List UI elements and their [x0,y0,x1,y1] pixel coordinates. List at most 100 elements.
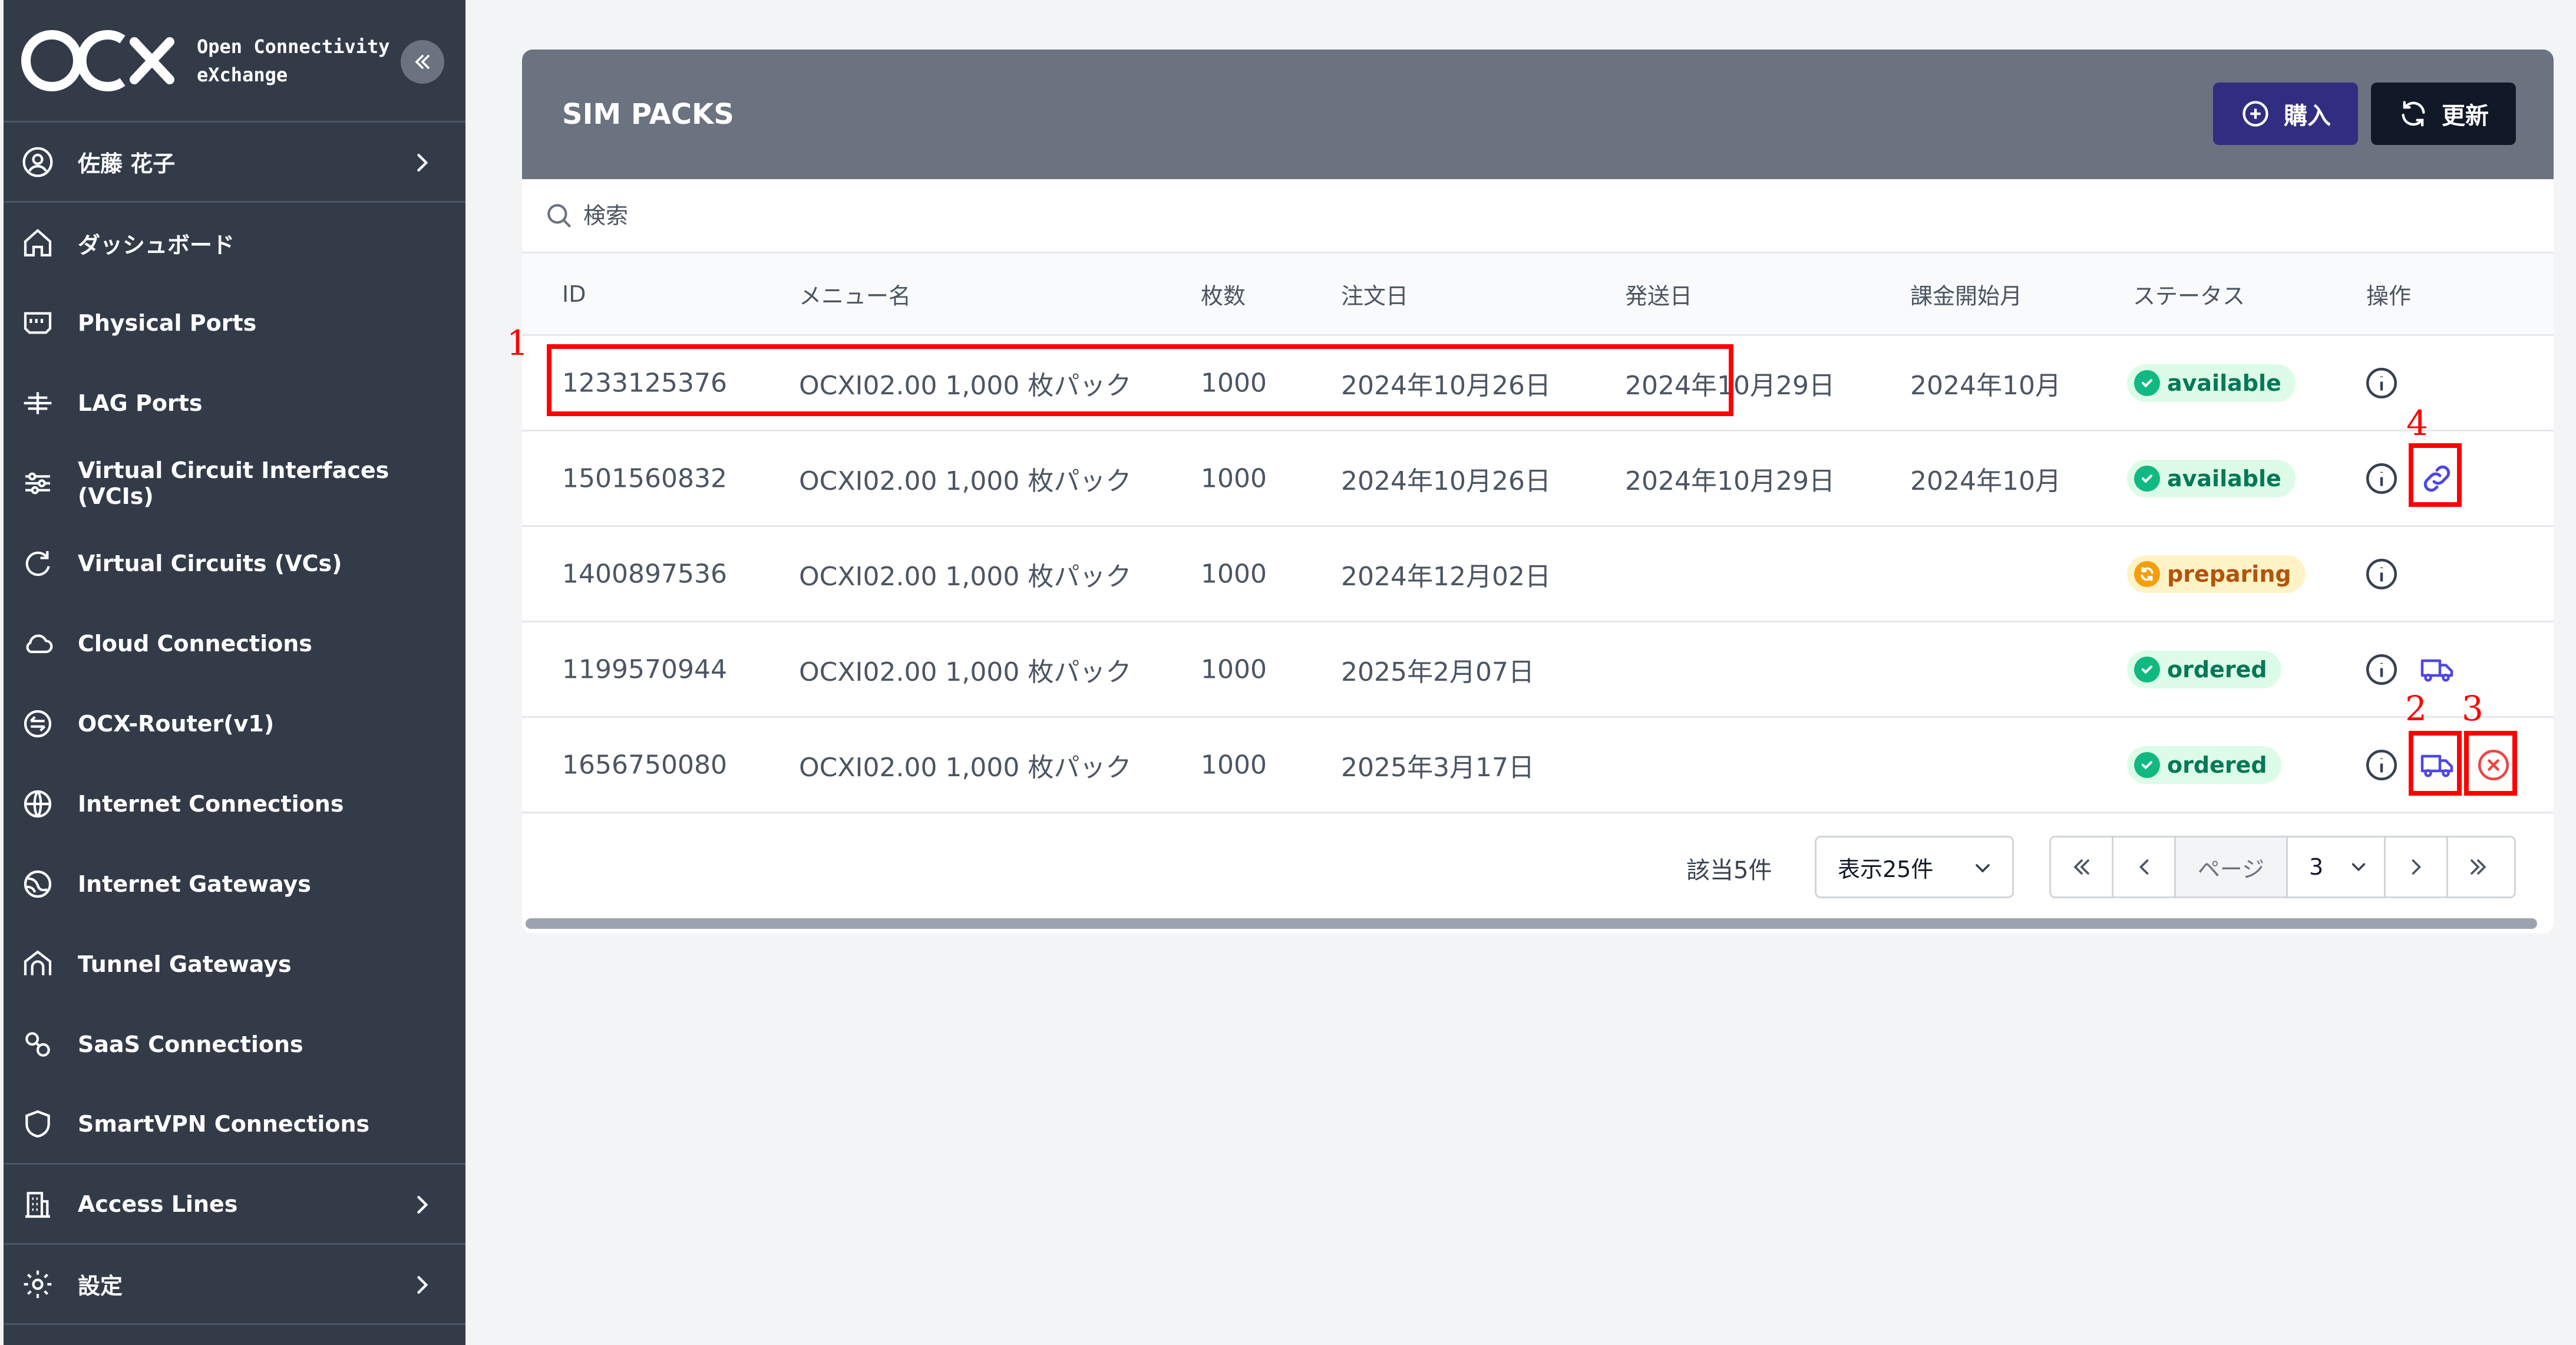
sidebar: Open Connectivity eXchange 佐藤 花子 ダッシュボード… [4,0,465,1345]
sidebar-item-cloud-connections[interactable]: Cloud Connections [4,604,465,684]
cell-menu: OCXI02.00 1,000 枚パック [799,561,1132,592]
cell-order-date: 2024年10月26日 [1341,466,1551,496]
search-bar [522,179,2554,253]
annotation-box-2 [2409,731,2462,796]
page-select[interactable]: 3 [2288,838,2386,896]
annotation-label-2: 2 [2405,688,2427,728]
cell-menu: OCXI02.00 1,000 枚パック [799,752,1132,783]
info-icon[interactable] [2364,365,2399,401]
sidebar-item-label: Virtual Circuits (VCs) [78,550,342,576]
brand-line-2: eXchange [197,63,288,86]
gateway-icon [24,870,52,898]
port-icon [24,312,52,334]
card-header: SIM PACKS 購入 更新 [522,50,2554,179]
double-chevron-right-icon [2471,859,2486,875]
next-page-button[interactable] [2386,838,2448,896]
user-name: 佐藤 花子 [78,151,176,177]
sidebar-item-saas-connections[interactable]: SaaS Connections [4,1004,465,1084]
search-input[interactable] [583,202,1290,229]
chevron-right-icon [417,153,428,172]
cell-quantity: 1000 [1201,559,1267,589]
collapse-sidebar-button[interactable] [401,40,444,84]
annotation-label-4: 4 [2406,403,2428,443]
status-text: available [2167,465,2281,492]
info-icon[interactable] [2364,747,2399,783]
info-icon[interactable] [2364,461,2399,496]
sidebar-item-vcis[interactable]: Virtual Circuit Interfaces (VCIs) [4,443,465,523]
cell-id: 1199570944 [562,654,727,684]
refresh-icon [2402,101,2425,127]
annotation-box-4 [2409,443,2462,507]
prev-page-button[interactable] [2113,838,2176,896]
table-row[interactable]: 1656750080 OCXI02.00 1,000 枚パック 1000 202… [522,718,2554,813]
buy-button-label: 購入 [2284,103,2331,130]
sidebar-item-label: 設定 [78,1273,123,1299]
first-page-button[interactable] [2051,838,2113,896]
sidebar-item-smartvpn-connections[interactable]: SmartVPN Connections [4,1084,465,1165]
column-header-status: ステータス [2133,283,2245,309]
check-icon [2134,465,2160,492]
sidebar-item-dashboard[interactable]: ダッシュボード [4,203,465,283]
status-text: ordered [2167,751,2267,778]
check-icon [2134,656,2160,683]
page-label: ページ [2176,838,2288,896]
table-row[interactable]: 1199570944 OCXI02.00 1,000 枚パック 1000 202… [522,622,2554,718]
column-header-quantity: 枚数 [1201,283,1246,309]
sidebar-item-label: OCX-Router(v1) [78,711,275,737]
status-badge: ordered [2127,746,2281,784]
sidebar-item-settings[interactable]: 設定 [4,1245,465,1325]
column-header-billing-month: 課金開始月 [1910,283,2023,309]
column-header-menu: メニュー名 [799,283,911,309]
column-header-id: ID [562,281,586,307]
sidebar-item-label: Access Lines [78,1191,238,1217]
sidebar-item-physical-ports[interactable]: Physical Ports [4,283,465,363]
shield-icon [25,1110,50,1138]
user-menu[interactable]: 佐藤 花子 [4,123,465,203]
sidebar-item-internet-connections[interactable]: Internet Connections [4,764,465,844]
chevron-right-icon [417,1195,428,1214]
table-header: ID メニュー名 枚数 注文日 発送日 課金開始月 ステータス 操作 [522,253,2554,336]
info-icon[interactable] [2364,556,2399,592]
double-chevron-left-icon [415,55,430,69]
column-header-order-date: 注文日 [1341,283,1409,309]
annotation-label-3: 3 [2462,688,2483,728]
buy-button[interactable]: 購入 [2213,83,2358,145]
sidebar-item-label: Virtual Circuit Interfaces (VCIs) [78,457,389,509]
refresh-arc-icon [25,551,50,576]
building-icon [25,1191,50,1218]
last-page-button[interactable] [2448,838,2508,896]
globe-icon [24,790,52,818]
per-page-value: 表示25件 [1838,856,1934,882]
table-row[interactable]: 1400897536 OCXI02.00 1,000 枚パック 1000 202… [522,527,2554,622]
horizontal-scrollbar[interactable] [526,918,2537,929]
search-icon [547,203,572,228]
chevron-left-icon [2139,859,2148,875]
refresh-button[interactable]: 更新 [2371,83,2516,145]
cell-quantity: 1000 [1201,463,1267,493]
chevron-right-icon [417,1275,428,1294]
cell-id: 1400897536 [562,559,727,589]
table-footer: 該当5件 表示25件 ページ 3 [522,813,2554,923]
router-icon [24,710,52,738]
sidebar-item-vcs[interactable]: Virtual Circuits (VCs) [4,523,465,604]
info-icon[interactable] [2364,652,2399,687]
truck-icon[interactable] [2419,652,2455,687]
sidebar-item-access-lines[interactable]: Access Lines [4,1165,465,1245]
sidebar-item-internet-gateways[interactable]: Internet Gateways [4,844,465,924]
sidebar-item-tunnel-gateways[interactable]: Tunnel Gateways [4,924,465,1004]
cell-order-date: 2024年12月02日 [1341,561,1551,592]
per-page-select[interactable]: 表示25件 [1815,836,2014,898]
cell-id: 1501560832 [562,463,727,493]
cell-billing-month: 2024年10月 [1910,466,2061,496]
sidebar-item-lag-ports[interactable]: LAG Ports [4,363,465,443]
cell-order-date: 2025年2月07日 [1341,657,1534,687]
chevron-down-icon [1976,864,1990,873]
sidebar-item-label: Physical Ports [78,310,257,336]
sidebar-item-ocx-router[interactable]: OCX-Router(v1) [4,684,465,764]
sidebar-item-label: SmartVPN Connections [78,1110,370,1137]
table-row[interactable]: 1501560832 OCXI02.00 1,000 枚パック 1000 202… [522,431,2554,527]
brand: Open Connectivity eXchange [4,0,465,123]
cell-ship-date: 2024年10月29日 [1625,466,1835,496]
sidebar-item-label: Tunnel Gateways [78,951,292,977]
result-count: 該当5件 [1686,857,1772,884]
